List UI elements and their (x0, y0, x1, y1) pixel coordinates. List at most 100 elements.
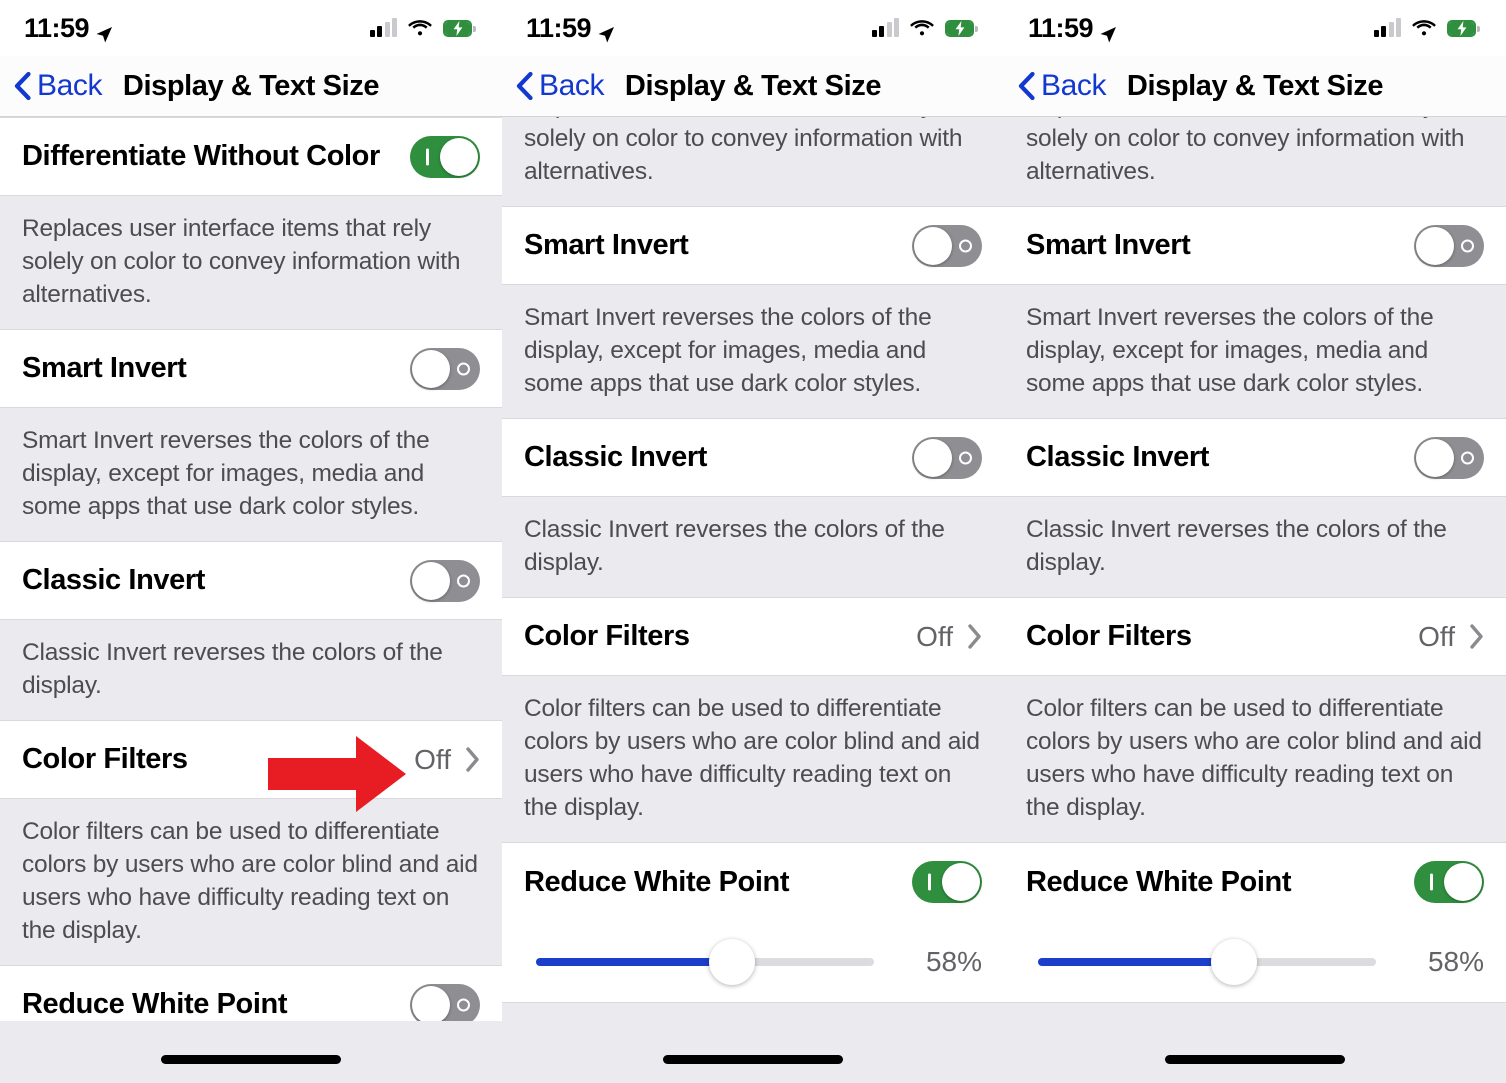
toggle-on-mark-icon (426, 148, 429, 165)
smart-invert-toggle[interactable] (1414, 224, 1484, 267)
toggle-knob (1416, 226, 1454, 265)
row-accessory (410, 983, 480, 1026)
slider-value-label: 58% (1427, 945, 1484, 977)
color-filters-value: Off (916, 620, 953, 652)
footnote-classic-invert: Classic Invert reverses the colors of th… (1004, 497, 1506, 597)
row-color-filters[interactable]: Color Filters Off (0, 720, 502, 799)
smart-invert-toggle[interactable] (410, 347, 480, 390)
row-accessory (410, 347, 480, 390)
toggle-knob (1444, 863, 1482, 901)
footnote-differentiate-without-color: Replaces user interface items that rely … (0, 196, 502, 329)
settings-list[interactable]: Replaces user interface items that rely … (502, 117, 1004, 1083)
cellular-signal-icon (1373, 18, 1401, 37)
row-label: Classic Invert (22, 564, 205, 596)
home-indicator[interactable] (663, 1055, 843, 1064)
row-reduce-white-point[interactable]: Reduce White Point (1004, 842, 1506, 921)
reduce-white-point-toggle[interactable] (912, 861, 982, 903)
toggle-knob (942, 863, 980, 901)
footnote-color-filters: Color filters can be used to differentia… (0, 799, 502, 965)
navigation-bar: Back Display & Text Size (502, 56, 1004, 117)
status-bar: 11:59 (502, 0, 1004, 56)
wifi-icon (408, 19, 432, 37)
toggle-knob (412, 985, 450, 1024)
settings-scroller: Replaces user interface items that rely … (1004, 117, 1506, 1083)
row-label: Smart Invert (524, 229, 689, 261)
row-label: Color Filters (22, 743, 188, 775)
battery-charging-icon (443, 19, 476, 37)
row-color-filters[interactable]: Color Filters Off (1004, 597, 1506, 676)
row-label: Smart Invert (22, 352, 187, 384)
classic-invert-toggle[interactable] (912, 436, 982, 479)
row-color-filters[interactable]: Color Filters Off (502, 597, 1004, 676)
reduce-white-point-toggle[interactable] (410, 983, 480, 1026)
row-classic-invert[interactable]: Classic Invert (502, 418, 1004, 497)
row-accessory (912, 224, 982, 267)
row-label: Differentiate Without Color (22, 140, 380, 172)
row-reduce-white-point-slider[interactable]: 58% (1004, 921, 1506, 1003)
status-bar-time: 11:59 (526, 12, 592, 43)
wifi-icon (910, 19, 934, 37)
row-accessory: Off (414, 744, 480, 776)
back-button[interactable]: Back (1004, 69, 1107, 103)
smart-invert-toggle[interactable] (912, 224, 982, 267)
toggle-knob (440, 137, 478, 176)
row-accessory (1414, 224, 1484, 267)
footnote-classic-invert: Classic Invert reverses the colors of th… (502, 497, 1004, 597)
status-bar: 11:59 (0, 0, 502, 56)
toggle-knob (412, 561, 450, 600)
slider-thumb[interactable] (709, 938, 756, 985)
row-classic-invert[interactable]: Classic Invert (1004, 418, 1506, 497)
toggle-off-mark-icon (457, 362, 470, 375)
battery-charging-icon (945, 19, 978, 37)
row-reduce-white-point-slider[interactable]: 58% (502, 921, 1004, 1003)
row-classic-invert[interactable]: Classic Invert (0, 541, 502, 620)
home-indicator[interactable] (161, 1055, 341, 1064)
footnote-color-filters: Color filters can be used to differentia… (502, 676, 1004, 842)
footnote-smart-invert: Smart Invert reverses the colors of the … (1004, 285, 1506, 418)
slider-value-label: 58% (925, 945, 982, 977)
row-reduce-white-point[interactable]: Reduce White Point (502, 842, 1004, 921)
settings-list[interactable]: Differentiate Without Color Replaces use… (0, 117, 502, 1083)
row-accessory (912, 436, 982, 479)
navigation-bar: Back Display & Text Size (0, 56, 502, 117)
status-bar-indicators (369, 18, 476, 37)
toggle-knob (412, 349, 450, 388)
row-accessory (1414, 436, 1484, 479)
settings-list[interactable]: Replaces user interface items that rely … (1004, 117, 1506, 1083)
toggle-off-mark-icon (457, 998, 470, 1011)
location-arrow-icon (1099, 20, 1117, 43)
color-filters-value: Off (414, 743, 451, 775)
toggle-on-mark-icon (1430, 873, 1433, 891)
toggle-knob (1416, 438, 1454, 477)
status-bar-time-group: 11:59 (24, 13, 113, 44)
toggle-knob (914, 226, 952, 265)
row-smart-invert[interactable]: Smart Invert (502, 206, 1004, 285)
slider-thumb[interactable] (1211, 938, 1258, 985)
cellular-signal-icon (871, 18, 899, 37)
row-differentiate-without-color[interactable]: Differentiate Without Color (0, 117, 502, 196)
chevron-left-icon (14, 71, 31, 101)
classic-invert-toggle[interactable] (1414, 436, 1484, 479)
row-smart-invert[interactable]: Smart Invert (0, 329, 502, 408)
reduce-white-point-toggle[interactable] (1414, 861, 1484, 903)
reduce-white-point-slider[interactable] (1026, 938, 1388, 985)
wifi-icon (1412, 19, 1436, 37)
classic-invert-toggle[interactable] (410, 559, 480, 602)
home-indicator-area (1004, 1021, 1506, 1083)
footnote-differentiate-without-color: Replaces user interface items that rely … (502, 117, 1004, 206)
toggle-knob (914, 438, 952, 477)
home-indicator[interactable] (1165, 1055, 1345, 1064)
footnote-color-filters: Color filters can be used to differentia… (1004, 676, 1506, 842)
home-indicator-area (502, 1021, 1004, 1083)
row-smart-invert[interactable]: Smart Invert (1004, 206, 1506, 285)
row-accessory (410, 559, 480, 602)
location-arrow-icon (597, 20, 615, 43)
status-bar-time-group: 11:59 (1028, 13, 1117, 44)
toggle-off-mark-icon (457, 574, 470, 587)
back-button[interactable]: Back (0, 69, 103, 103)
chevron-right-icon (1469, 624, 1484, 649)
differentiate-without-color-toggle[interactable] (410, 135, 480, 178)
reduce-white-point-slider[interactable] (524, 938, 886, 985)
back-button[interactable]: Back (502, 69, 605, 103)
back-button-label: Back (1041, 69, 1107, 102)
